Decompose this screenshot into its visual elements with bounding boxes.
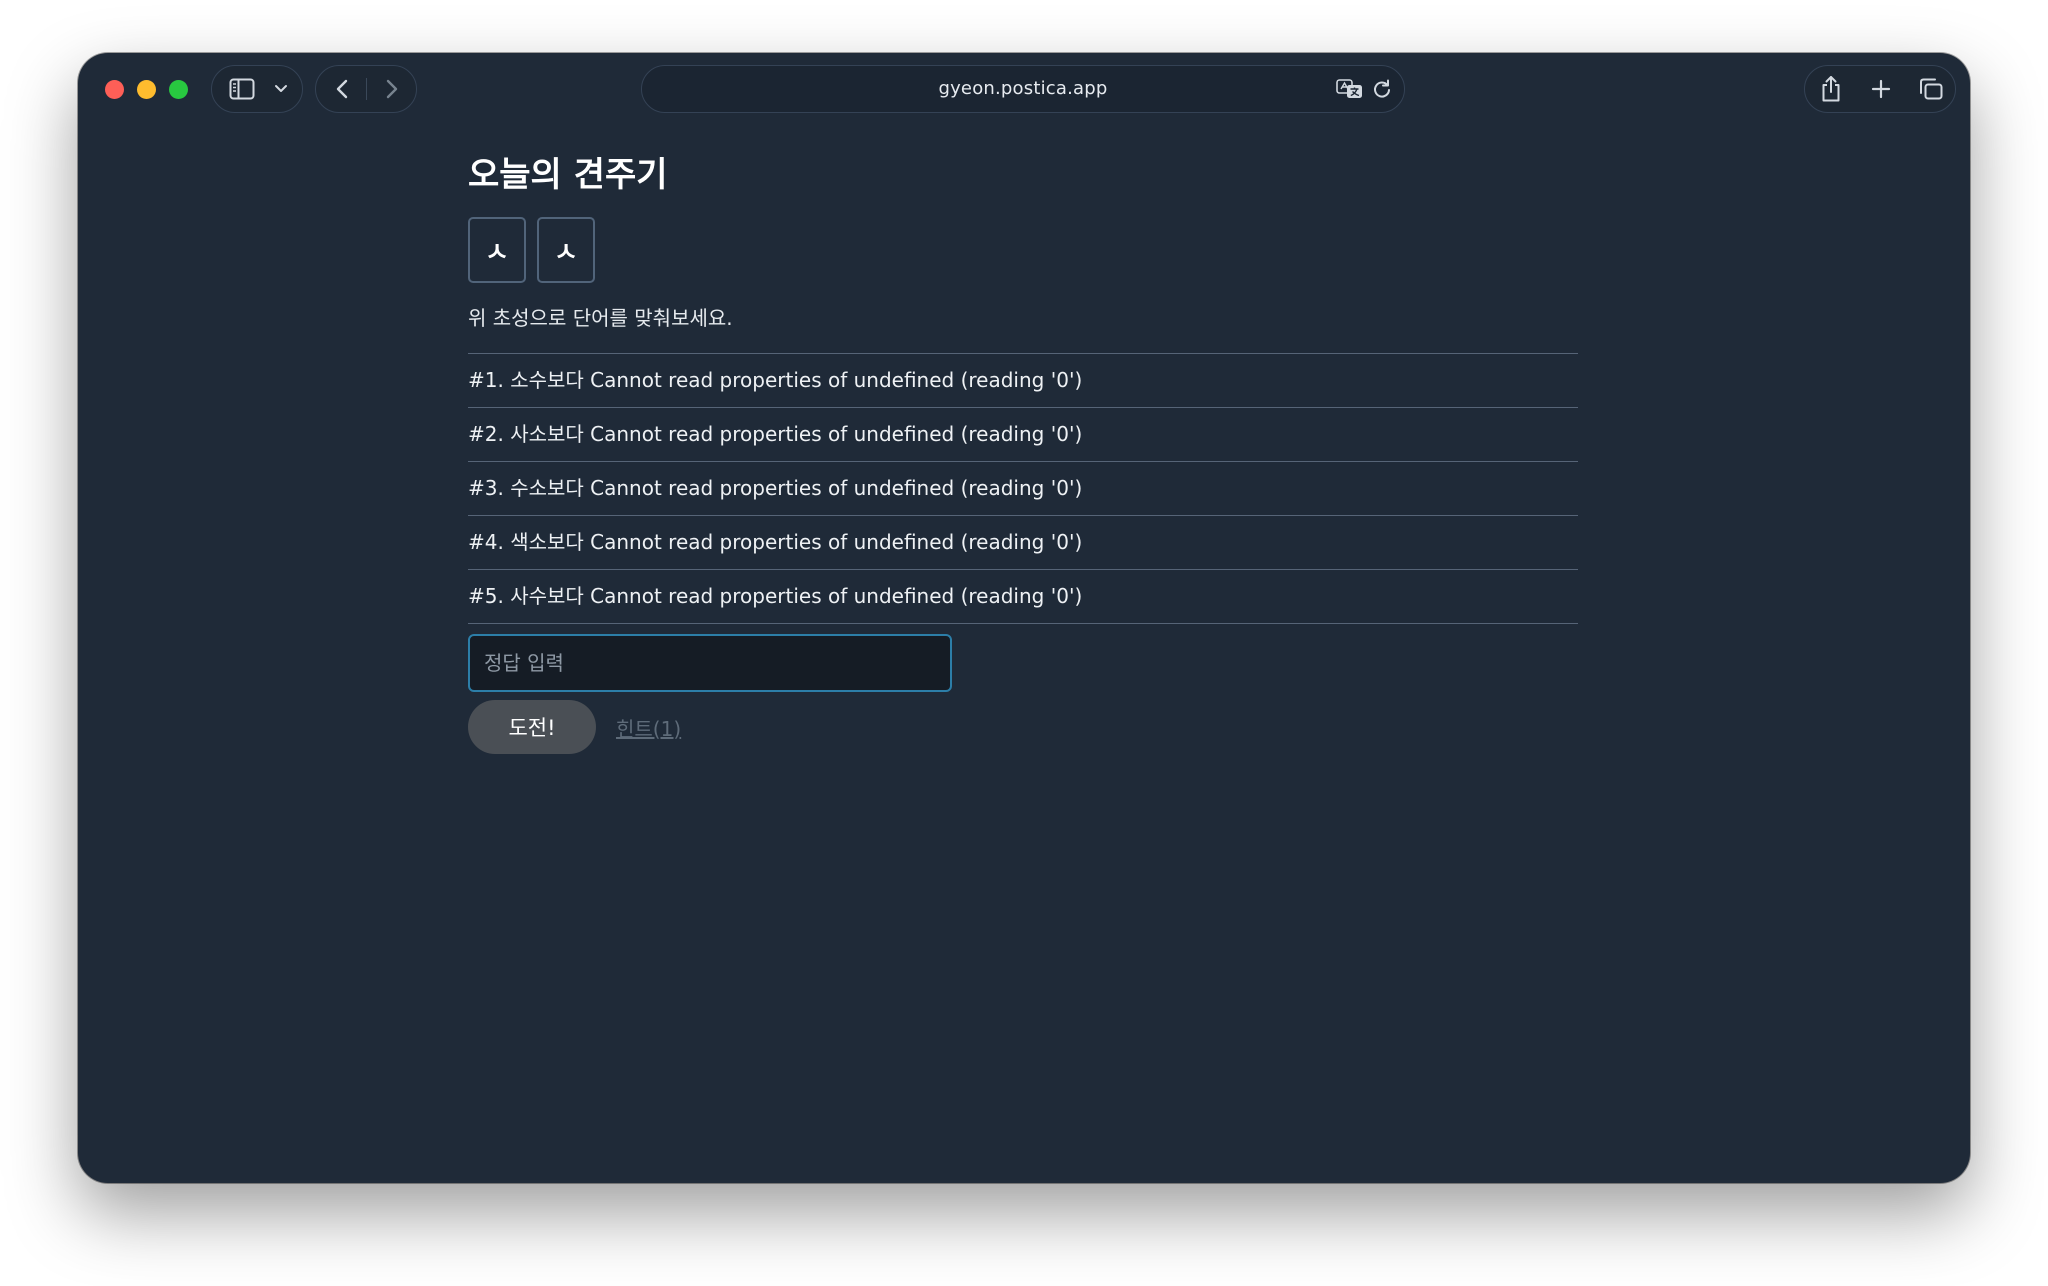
sidebar-toggle-icon[interactable] [222, 66, 262, 112]
instruction-text: 위 초성으로 단어를 맞춰보세요. [468, 306, 733, 330]
page-title: 오늘의 견주기 [468, 155, 668, 195]
browser-toolbar: gyeon.postica.app [78, 53, 1970, 123]
guess-result-row: #4. 색소보다 Cannot read properties of undef… [468, 516, 1578, 570]
reload-icon[interactable] [1372, 78, 1392, 104]
consonant-tile: ㅅ [537, 217, 595, 283]
back-icon[interactable] [322, 66, 362, 112]
answer-input[interactable] [468, 634, 952, 692]
sidebar-controls [211, 65, 303, 113]
hint-link[interactable]: 힌트(1) [616, 713, 681, 742]
guess-results-list: #1. 소수보다 Cannot read properties of undef… [468, 353, 1578, 624]
minimize-window-button[interactable] [137, 80, 156, 99]
consonant-tile: ㅅ [468, 217, 526, 283]
challenge-button[interactable]: 도전! [468, 700, 596, 754]
close-window-button[interactable] [105, 80, 124, 99]
address-bar[interactable]: gyeon.postica.app [641, 65, 1405, 113]
share-icon[interactable] [1809, 66, 1853, 112]
history-navigation [315, 65, 417, 113]
guess-result-row: #1. 소수보다 Cannot read properties of undef… [468, 354, 1578, 408]
forward-icon[interactable] [372, 66, 412, 112]
chevron-down-icon[interactable] [266, 66, 296, 112]
tab-overview-icon[interactable] [1909, 66, 1953, 112]
consonant-tiles: ㅅ ㅅ [468, 217, 1578, 283]
game-panel: 오늘의 견주기 ㅅ ㅅ 위 초성으로 단어를 맞춰보세요. #1. 소수보다 C… [468, 153, 1578, 754]
guess-result-row: #2. 사소보다 Cannot read properties of undef… [468, 408, 1578, 462]
guess-result-row: #3. 수소보다 Cannot read properties of undef… [468, 462, 1578, 516]
window-actions [1804, 65, 1956, 113]
new-tab-icon[interactable] [1859, 66, 1903, 112]
address-url[interactable]: gyeon.postica.app [642, 66, 1404, 112]
nav-divider [366, 78, 367, 100]
guess-result-row: #5. 사수보다 Cannot read properties of undef… [468, 570, 1578, 624]
zoom-window-button[interactable] [169, 80, 188, 99]
browser-window: gyeon.postica.app 오늘의 견주기 ㅅ ㅅ 위 초성으로 단어를… [78, 53, 1970, 1183]
translate-icon[interactable] [1336, 78, 1364, 104]
answer-actions: 도전! 힌트(1) [468, 700, 1578, 754]
